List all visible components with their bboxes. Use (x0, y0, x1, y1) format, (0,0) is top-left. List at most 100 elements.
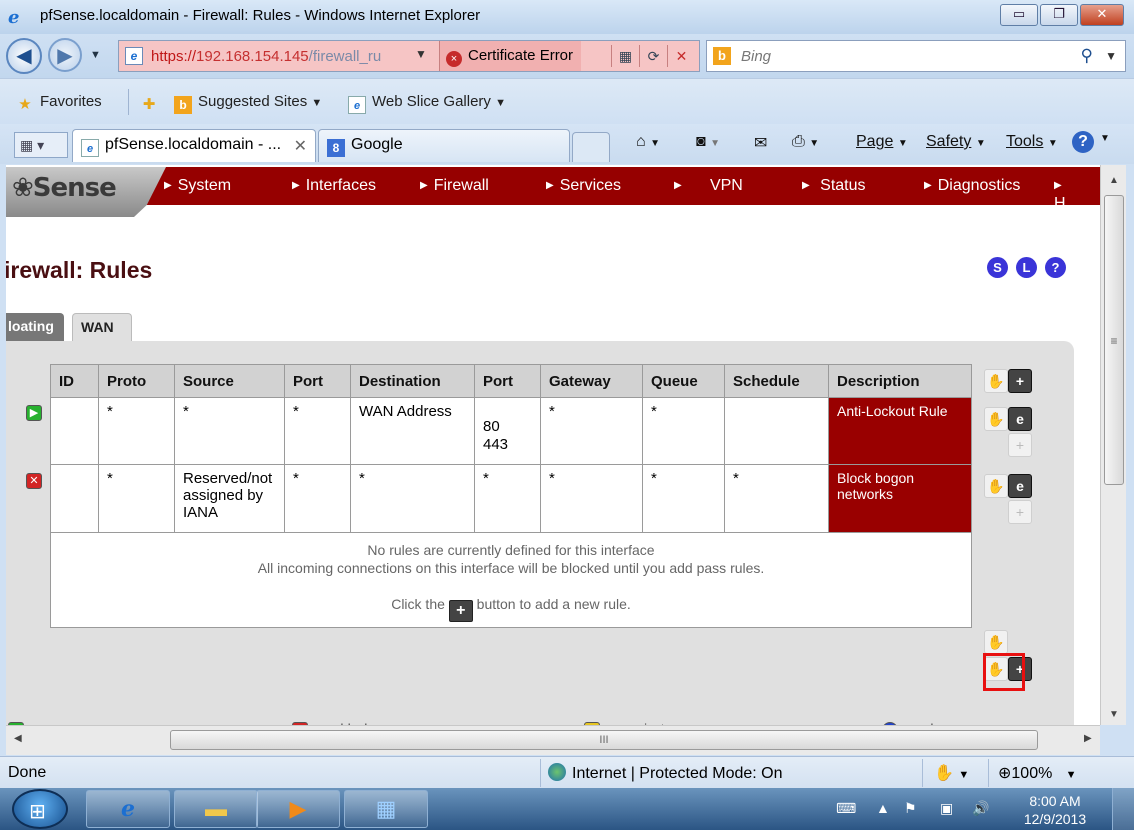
mail-icon[interactable]: ✉ (754, 133, 767, 153)
new-tab-button[interactable] (572, 132, 610, 162)
horizontal-scroll-thumb[interactable]: III (170, 730, 1038, 750)
tab-pfsense[interactable]: e pfSense.localdomain - ... ✕ (72, 129, 316, 162)
pfsense-logo[interactable]: ❀Sense (12, 173, 117, 203)
move-rule-icon[interactable]: ✋ (984, 407, 1008, 431)
divider (988, 759, 989, 787)
tools-menu[interactable]: Tools ▼ (1006, 133, 1058, 151)
bing-icon: b (174, 96, 192, 114)
rule-id (50, 397, 99, 465)
scroll-up-arrow-icon[interactable]: ▲ (1101, 175, 1127, 186)
print-icon[interactable]: ⎙ ▼ (792, 133, 819, 151)
action-center-icon[interactable]: ⚑ (904, 800, 917, 817)
rule-proto: * (98, 464, 175, 533)
select-all-icon[interactable]: ✋ (984, 369, 1008, 393)
show-hidden-icons[interactable]: ▲ (876, 800, 890, 816)
page-menu[interactable]: Page ▼ (856, 133, 908, 151)
move-rule-icon[interactable]: ✋ (984, 474, 1008, 498)
copy-rule-icon[interactable]: + (1008, 500, 1032, 524)
scroll-left-arrow-icon[interactable]: ◀ (14, 733, 22, 744)
copy-rule-icon[interactable]: + (1008, 433, 1032, 457)
protected-mode-settings-icon[interactable]: ✋ ▼ (934, 763, 969, 783)
keyboard-icon[interactable]: ⌨ (836, 800, 856, 817)
table-row[interactable]: * * * WAN Address 80 443 * * Anti-Lockou… (50, 397, 972, 465)
scroll-right-arrow-icon[interactable]: ▶ (1084, 733, 1092, 744)
empty-message-line1: No rules are currently defined for this … (367, 542, 655, 558)
search-box[interactable]: b Bing ⚲ ▼ (706, 40, 1126, 72)
help-shortcut-icon[interactable]: ? (1045, 257, 1066, 278)
status-text: Done (8, 764, 47, 781)
horizontal-scrollbar[interactable]: ◀ III ▶ (6, 725, 1100, 755)
pass-rule-icon[interactable]: ▶ (26, 405, 42, 421)
minimize-button[interactable]: ▭ (1000, 4, 1038, 26)
nav-diagnostics[interactable]: ▶ Diagnostics (924, 177, 1020, 195)
forward-button[interactable]: ▶ (48, 38, 82, 72)
safety-menu[interactable]: Safety ▼ (926, 133, 986, 151)
show-desktop-button[interactable] (1112, 788, 1134, 830)
close-button[interactable]: ✕ (1080, 4, 1124, 26)
zoom-level[interactable]: ⊕100% ▼ (998, 763, 1077, 783)
url-dropdown-icon[interactable]: ▼ (415, 47, 427, 61)
nav-help[interactable]: ▶ H (1054, 177, 1100, 213)
status-shortcut-icon[interactable]: S (987, 257, 1008, 278)
recent-pages-dropdown-icon[interactable]: ▼ (90, 49, 101, 61)
favorites-bar: ★ Favorites ✚ b Suggested Sites ▼ e Web Sli… (0, 78, 1134, 124)
web-slice-gallery-link[interactable]: e Web Slice Gallery ▼ (348, 93, 506, 114)
nav-firewall[interactable]: ▶ Firewall (420, 177, 489, 195)
quick-tabs-button[interactable]: ▦ ▾ (14, 132, 68, 158)
feeds-icon[interactable]: ◙ ▼ (696, 133, 720, 151)
stop-icon[interactable]: ✕ (667, 45, 695, 67)
tab-floating[interactable]: loating (6, 313, 64, 341)
suggested-sites-link[interactable]: b Suggested Sites ▼ (174, 93, 322, 114)
taskbar-media-player-button[interactable]: ▶ (256, 790, 340, 828)
clock-date: 12/9/2013 (1023, 811, 1087, 827)
certificate-error-badge[interactable]: × Certificate Error (439, 41, 582, 71)
refresh-icon[interactable]: ⟳ (639, 45, 667, 67)
tab-google[interactable]: 8 Google (318, 129, 570, 162)
tab-wan[interactable]: WAN (72, 313, 132, 341)
close-tab-icon[interactable]: ✕ (294, 136, 307, 156)
taskbar-ie-button[interactable]: e (86, 790, 170, 828)
table-row[interactable]: * Reserved/not assigned by IANA * * * * … (50, 464, 972, 533)
vertical-scroll-thumb[interactable]: ≡ (1104, 195, 1124, 485)
network-icon[interactable]: ▣ (940, 800, 953, 817)
nav-services[interactable]: ▶ Services (546, 177, 621, 195)
nav-system[interactable]: ▶ System (164, 177, 231, 195)
search-options-dropdown-icon[interactable]: ▼ (1105, 49, 1117, 63)
taskbar-app-button[interactable]: ▦ (344, 790, 428, 828)
compatibility-view-icon[interactable]: ▦ (611, 45, 639, 67)
add-rule-top-icon[interactable]: + (1008, 369, 1032, 393)
clock[interactable]: 8:00 AM 12/9/2013 (1010, 792, 1100, 828)
clock-time: 8:00 AM (1029, 793, 1081, 809)
nav-status[interactable]: ▶ Status (802, 177, 866, 195)
volume-icon[interactable]: 🔊 (972, 800, 989, 817)
move-selected-icon[interactable]: ✋ (984, 630, 1008, 654)
maximize-button[interactable]: ❐ (1040, 4, 1078, 26)
nav-vpn[interactable]: ▶ VPN (674, 177, 743, 195)
help-dropdown-icon[interactable]: ▼ (1100, 133, 1110, 144)
add-favorites-icon[interactable]: ✚ (140, 93, 164, 114)
media-player-icon: ▶ (289, 796, 307, 821)
start-button[interactable]: ⊞ (12, 789, 68, 829)
edit-rule-icon[interactable]: e (1008, 474, 1032, 498)
taskbar-explorer-button[interactable]: ▬ (174, 790, 258, 828)
vertical-scrollbar[interactable]: ▲ ≡ ▼ (1100, 165, 1126, 725)
rule-queue: * (642, 464, 725, 533)
table-header-row: ID Proto Source Port Destination Port Ga… (50, 364, 972, 398)
edit-rule-icon[interactable]: e (1008, 407, 1032, 431)
address-bar[interactable]: e https://192.168.154.145/firewall_ru ▼ … (118, 40, 700, 72)
nav-interfaces[interactable]: ▶ Interfaces (292, 177, 376, 195)
home-icon[interactable]: ⌂ ▼ (636, 133, 660, 151)
help-icon[interactable]: ? (1072, 131, 1094, 153)
security-zone[interactable]: Internet | Protected Mode: On (548, 763, 783, 783)
rule-proto: * (98, 397, 175, 465)
block-rule-icon[interactable]: ✕ (26, 473, 42, 489)
back-button[interactable]: ◀ (6, 38, 42, 74)
add-rule-inline-icon[interactable]: + (448, 600, 473, 622)
rule-description: Block bogon networks (828, 464, 972, 533)
url-text[interactable]: https://192.168.154.145/firewall_ru (151, 48, 381, 65)
favorites-button[interactable]: ★ Favorites (16, 93, 101, 114)
search-icon[interactable]: ⚲ (1081, 46, 1093, 66)
scroll-down-arrow-icon[interactable]: ▼ (1101, 709, 1127, 720)
log-shortcut-icon[interactable]: L (1016, 257, 1037, 278)
tab-row: ▦ ▾ e pfSense.localdomain - ... ✕ 8 Google… (0, 124, 1134, 164)
